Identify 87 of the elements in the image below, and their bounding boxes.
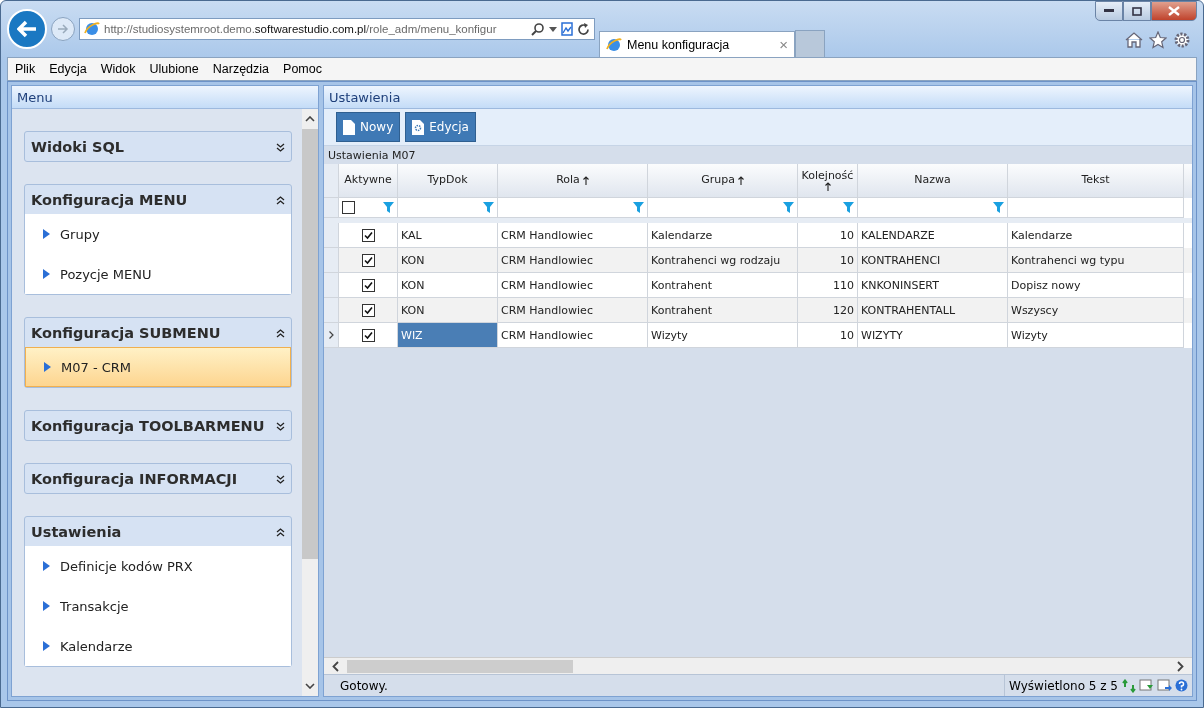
filter-icon[interactable] — [993, 202, 1004, 213]
triangle-icon — [43, 561, 50, 571]
new-button[interactable]: Nowy — [336, 112, 401, 142]
browser-logo-icon — [84, 21, 100, 37]
section-title[interactable]: Konfiguracja MENU — [31, 191, 188, 208]
filter-icon[interactable] — [843, 202, 854, 213]
star-icon[interactable] — [1149, 31, 1167, 49]
caret-icon[interactable] — [549, 26, 557, 32]
table-cell: WIZ — [398, 323, 498, 348]
minimize-button[interactable] — [1095, 1, 1123, 21]
table-cell: Wizyty — [1008, 323, 1184, 348]
menu-item[interactable]: Widok — [93, 62, 143, 76]
chevron-up-icon[interactable] — [305, 116, 315, 122]
edit-button[interactable]: Edycja — [405, 112, 476, 142]
home-icon[interactable] — [1125, 31, 1143, 49]
sidebar-item[interactable]: Definicje kodów PRX — [25, 546, 291, 586]
menu-item[interactable]: Pomoc — [276, 62, 329, 76]
sidebar-item[interactable]: M07 - CRM — [25, 347, 291, 387]
collapse-icon[interactable] — [276, 328, 285, 338]
help-icon[interactable] — [1175, 679, 1188, 692]
table-cell: 10 — [798, 323, 858, 348]
menu-item[interactable]: Plik — [8, 62, 43, 76]
triangle-icon — [43, 601, 50, 611]
sidebar-item[interactable]: Grupy — [25, 214, 291, 254]
grid-caption: Ustawienia M07 — [324, 146, 1192, 164]
close-icon — [1168, 6, 1180, 16]
settings-icon[interactable] — [1173, 31, 1191, 49]
triangle-icon — [43, 641, 50, 651]
maximize-icon — [1132, 6, 1142, 16]
menu-item[interactable]: Narzędzia — [205, 62, 277, 76]
checkbox[interactable] — [361, 328, 375, 342]
checkbox[interactable] — [361, 278, 375, 292]
expand-icon[interactable] — [276, 142, 285, 152]
document-icon — [343, 119, 355, 135]
filter-icon[interactable] — [633, 202, 644, 213]
chevron-right-icon[interactable] — [1177, 660, 1184, 672]
section-title[interactable]: Widoki SQL — [31, 138, 124, 155]
filter-icon[interactable] — [783, 202, 794, 213]
back-button[interactable] — [7, 9, 47, 49]
sidebar-item[interactable]: Kalendarze — [25, 626, 291, 666]
record-count: Wyświetlono 5 z 5 — [1004, 675, 1122, 696]
triangle-icon — [44, 362, 51, 372]
scroll-thumb[interactable] — [302, 129, 318, 559]
maximize-button[interactable] — [1123, 1, 1151, 21]
collapse-icon[interactable] — [276, 527, 285, 537]
sidebar-item[interactable]: Pozycje MENU — [25, 254, 291, 294]
close-tab-button[interactable]: × — [779, 36, 788, 53]
row-pointer-icon — [328, 331, 334, 339]
export-icon[interactable] — [1139, 678, 1154, 693]
sidebar-item[interactable]: Transakcje — [25, 586, 291, 626]
url-text: http://studiosystemroot.demo.softwarestudio.com.pl/role_adm/menu_konfigur — [104, 23, 498, 35]
status-text: Gotowy. — [339, 678, 389, 693]
checkbox[interactable] — [361, 253, 375, 267]
section-title[interactable]: Ustawienia — [31, 523, 122, 540]
scrollbar[interactable] — [302, 109, 318, 696]
filter-field[interactable] — [1008, 198, 1184, 218]
horizontal-scrollbar[interactable] — [324, 657, 1192, 674]
minimize-icon — [1104, 9, 1114, 13]
collapse-icon[interactable] — [276, 195, 285, 205]
arrow-right-icon — [57, 23, 69, 35]
menu-item[interactable]: Edycja — [42, 62, 94, 76]
table-cell: Wizyty — [648, 323, 798, 348]
checkbox[interactable] — [342, 201, 355, 214]
chevron-left-icon[interactable] — [332, 660, 339, 672]
browser-tab[interactable]: Menu konfiguracja × — [599, 31, 795, 57]
address-bar[interactable]: http://studiosystemroot.demo.softwarestudio.com.pl/role_adm/menu_konfigur — [79, 18, 595, 40]
search-icon[interactable] — [531, 22, 545, 36]
expand-icon[interactable] — [276, 421, 285, 431]
arrow-left-icon — [17, 20, 37, 38]
table-cell: CRM Handlowiec — [498, 323, 648, 348]
menu-item[interactable]: Ulubione — [142, 62, 206, 76]
triangle-icon — [43, 229, 50, 239]
browser-logo-icon — [606, 36, 622, 53]
triangle-icon — [43, 269, 50, 279]
panel-title: Menu — [12, 86, 318, 109]
close-button[interactable] — [1151, 1, 1197, 21]
expand-icon[interactable] — [276, 474, 285, 484]
filter-icon[interactable] — [483, 202, 494, 213]
section-title[interactable]: Konfiguracja SUBMENU — [31, 324, 221, 341]
checkbox[interactable] — [361, 228, 375, 242]
panel-title: Ustawienia — [324, 86, 1192, 109]
checkbox[interactable] — [361, 303, 375, 317]
export-icon[interactable] — [1157, 678, 1172, 693]
table-cell: WIZYTY — [858, 323, 1008, 348]
document-gear-icon — [412, 119, 425, 135]
filter-icon[interactable] — [383, 202, 394, 213]
chevron-down-icon[interactable] — [305, 683, 315, 689]
